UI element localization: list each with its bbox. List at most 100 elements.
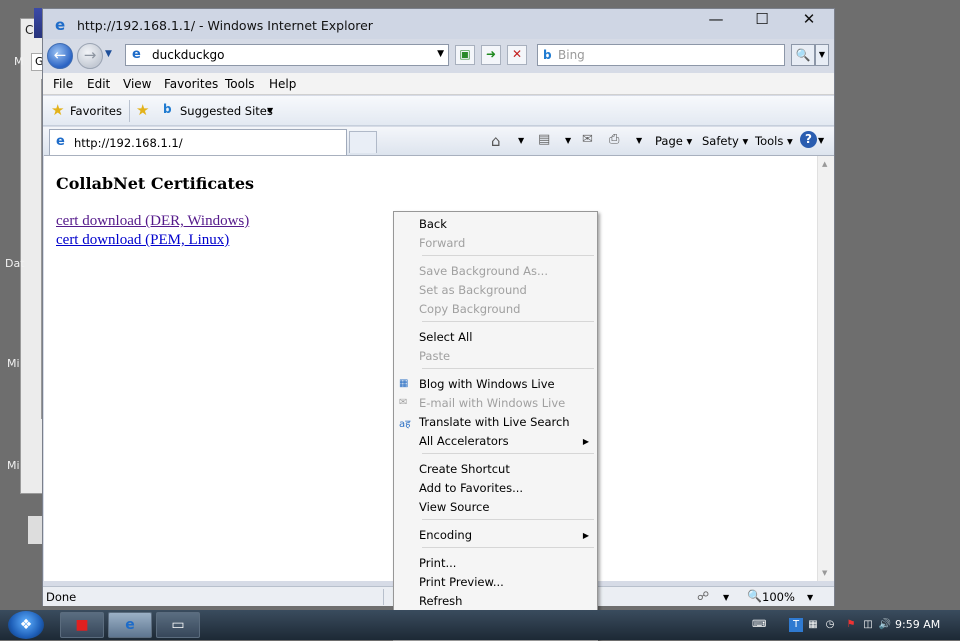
address-bar[interactable]: e duckduckgo ▼ bbox=[125, 44, 449, 66]
compatibility-view-button[interactable]: ▣ bbox=[455, 45, 475, 65]
context-menu-item[interactable]: Add to Favorites... bbox=[419, 481, 523, 495]
context-menu-item[interactable]: Back bbox=[419, 217, 447, 231]
search-options-dropdown[interactable]: ▼ bbox=[815, 44, 829, 66]
menu-tools[interactable]: Tools bbox=[225, 77, 255, 91]
add-favorites-icon[interactable]: ★ bbox=[136, 101, 149, 119]
chevron-down-icon[interactable]: ▼ bbox=[723, 593, 729, 602]
context-menu-separator bbox=[422, 547, 594, 548]
start-button[interactable]: ❖ bbox=[8, 611, 44, 639]
ie-icon: e bbox=[125, 617, 135, 633]
email-icon: ✉ bbox=[399, 397, 408, 408]
taskbar-window-button[interactable]: ▭ bbox=[156, 612, 200, 638]
stop-button[interactable]: ✕ bbox=[507, 45, 527, 65]
translate-icon: aह bbox=[399, 419, 411, 430]
maximize-button[interactable]: ☐ bbox=[739, 9, 785, 31]
favorites-button[interactable]: Favorites bbox=[70, 104, 122, 118]
submenu-arrow-icon: ▶ bbox=[582, 437, 589, 446]
suggested-sites-button[interactable]: Suggested Sites bbox=[180, 104, 273, 118]
taskbar-app-button[interactable]: ■ bbox=[60, 612, 104, 638]
taskbar: ❖ ■ e ▭ ⌨ T ▦ ◷ ⚑ ◫ 🔊 9:59 AM bbox=[0, 610, 960, 640]
context-menu-item: Forward bbox=[419, 236, 466, 250]
search-box[interactable]: b Bing bbox=[537, 44, 785, 66]
context-menu-item[interactable]: Create Shortcut bbox=[419, 462, 510, 476]
context-menu-item[interactable]: Print Preview... bbox=[419, 575, 504, 589]
tab-current[interactable]: e http://192.168.1.1/ bbox=[49, 129, 347, 155]
mail-icon[interactable]: ✉ bbox=[582, 132, 593, 147]
submenu-arrow-icon: ▶ bbox=[582, 531, 589, 540]
cert-der-link[interactable]: cert download (DER, Windows) bbox=[56, 213, 249, 230]
window-icon: ▭ bbox=[171, 617, 185, 633]
command-bar: e http://192.168.1.1/ ⌂ ▼ ▤ ▼ ✉ ⎙ ▼ Page… bbox=[43, 127, 834, 155]
context-menu-item: Save Background As... bbox=[419, 264, 548, 278]
zoom-icon: 🔍 bbox=[747, 589, 762, 603]
context-menu-item[interactable]: Print... bbox=[419, 556, 456, 570]
clock-tray-icon[interactable]: ◷ bbox=[823, 618, 837, 632]
title-bar[interactable]: e http://192.168.1.1/ - Windows Internet… bbox=[43, 9, 834, 39]
protected-mode-icon[interactable]: ☍ bbox=[697, 589, 709, 603]
tray-app-icon[interactable]: T bbox=[789, 618, 803, 632]
context-menu-item[interactable]: Translate with Live Search bbox=[419, 415, 570, 429]
grid-icon[interactable]: ▦ bbox=[806, 618, 820, 632]
go-button[interactable]: ➜ bbox=[481, 45, 501, 65]
favbar-divider bbox=[129, 100, 130, 122]
context-menu-separator bbox=[422, 255, 594, 256]
scroll-down-icon[interactable]: ▼ bbox=[822, 569, 827, 577]
context-menu-item: Set as Background bbox=[419, 283, 527, 297]
chevron-down-icon[interactable]: ▼ bbox=[636, 136, 642, 145]
print-icon[interactable]: ⎙ bbox=[609, 132, 619, 147]
bing-icon: b bbox=[543, 48, 552, 62]
page-heading: CollabNet Certificates bbox=[56, 174, 255, 193]
help-icon[interactable]: ? bbox=[800, 131, 817, 148]
home-icon[interactable]: ⌂ bbox=[491, 132, 501, 150]
desktop-label: Mi bbox=[7, 357, 20, 370]
menu-edit[interactable]: Edit bbox=[87, 77, 110, 91]
scroll-up-icon[interactable]: ▲ bbox=[822, 160, 827, 168]
cert-pem-link[interactable]: cert download (PEM, Linux) bbox=[56, 232, 229, 249]
safety-menu[interactable]: Safety ▾ bbox=[702, 134, 748, 148]
back-button[interactable]: ← bbox=[47, 43, 73, 69]
context-menu-item[interactable]: Refresh bbox=[419, 594, 462, 608]
volume-icon[interactable]: 🔊 bbox=[878, 618, 892, 632]
page-icon: e bbox=[132, 47, 141, 62]
context-menu-separator bbox=[422, 321, 594, 322]
context-menu-item[interactable]: All Accelerators bbox=[419, 434, 509, 448]
bing-icon: b bbox=[163, 102, 172, 116]
chevron-down-icon[interactable]: ▼ bbox=[518, 136, 524, 145]
menu-help[interactable]: Help bbox=[269, 77, 296, 91]
close-button[interactable]: ✕ bbox=[786, 9, 832, 31]
menu-file[interactable]: File bbox=[53, 77, 73, 91]
blog-icon: ▦ bbox=[399, 378, 409, 389]
favorites-star-icon: ★ bbox=[51, 101, 65, 119]
chevron-down-icon[interactable]: ▼ bbox=[818, 136, 824, 145]
app-icon: ■ bbox=[75, 617, 89, 633]
minimize-button[interactable]: — bbox=[693, 9, 739, 31]
forward-button[interactable]: → bbox=[77, 43, 103, 69]
ie-logo-icon: e bbox=[55, 16, 66, 34]
keyboard-icon[interactable]: ⌨ bbox=[752, 618, 766, 632]
taskbar-ie-button[interactable]: e bbox=[108, 612, 152, 638]
vertical-scrollbar[interactable]: ▲ ▼ bbox=[817, 156, 834, 581]
search-button[interactable]: 🔍 bbox=[791, 44, 815, 66]
desktop-label: M bbox=[14, 55, 24, 68]
feeds-icon[interactable]: ▤ bbox=[538, 132, 550, 147]
address-dropdown-icon[interactable]: ▼ bbox=[437, 49, 444, 59]
context-menu-item[interactable]: Select All bbox=[419, 330, 472, 344]
chevron-down-icon[interactable]: ▼ bbox=[267, 106, 273, 115]
clock[interactable]: 9:59 AM bbox=[895, 618, 940, 631]
menu-favorites[interactable]: Favorites bbox=[164, 77, 218, 91]
context-menu-item[interactable]: Encoding bbox=[419, 528, 472, 542]
context-menu-item[interactable]: Blog with Windows Live bbox=[419, 377, 555, 391]
menu-view[interactable]: View bbox=[123, 77, 151, 91]
zoom-level[interactable]: 100% bbox=[762, 590, 795, 604]
new-tab-button[interactable] bbox=[349, 131, 377, 153]
recent-pages-dropdown[interactable]: ▼ bbox=[105, 49, 112, 59]
action-center-icon[interactable]: ⚑ bbox=[844, 618, 858, 632]
context-menu-item[interactable]: View Source bbox=[419, 500, 489, 514]
network-icon[interactable]: ◫ bbox=[861, 618, 875, 632]
address-input[interactable]: duckduckgo bbox=[152, 48, 225, 62]
tools-menu[interactable]: Tools ▾ bbox=[755, 134, 793, 148]
page-menu[interactable]: Page ▾ bbox=[655, 134, 692, 148]
windows-logo-icon: ❖ bbox=[19, 617, 33, 633]
chevron-down-icon[interactable]: ▼ bbox=[807, 593, 813, 602]
chevron-down-icon[interactable]: ▼ bbox=[565, 136, 571, 145]
